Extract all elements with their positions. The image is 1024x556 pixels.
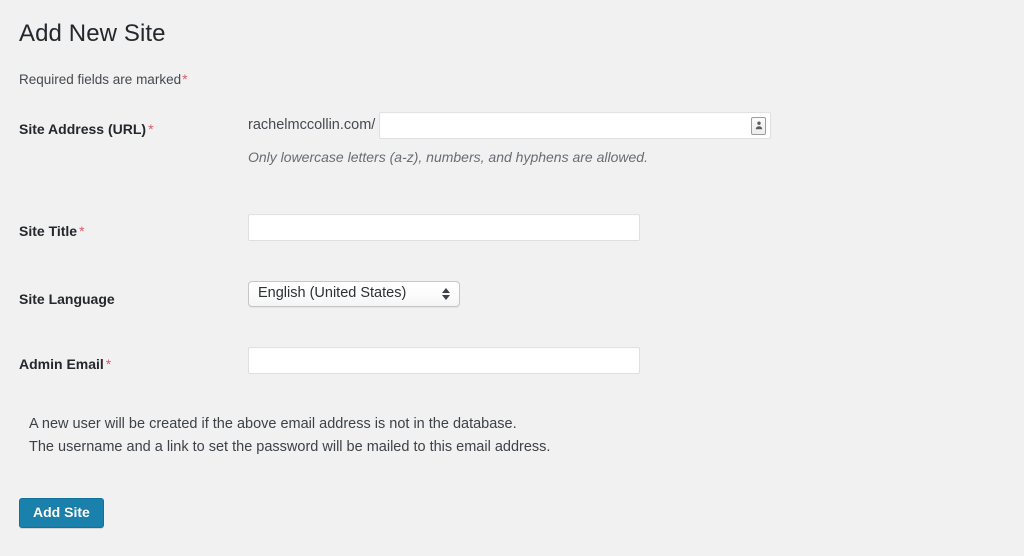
label-site-address-text: Site Address (URL)	[19, 121, 146, 137]
required-fields-note-text: Required fields are marked	[19, 72, 181, 87]
site-address-input[interactable]	[379, 112, 771, 139]
admin-email-info-paragraph: A new user will be created if the above …	[29, 413, 550, 458]
site-address-description: Only lowercase letters (a-z), numbers, a…	[248, 148, 1024, 168]
required-marker-icon: *	[181, 71, 187, 87]
add-site-button[interactable]: Add Site	[19, 498, 104, 528]
required-marker-icon: *	[77, 223, 84, 239]
site-title-input[interactable]	[248, 214, 640, 241]
label-site-address: Site Address (URL)*	[0, 112, 248, 138]
add-new-site-screen: Add New Site Required fields are marked*…	[0, 0, 1024, 556]
field-site-address: rachelmccollin.com/ Only lowercase lette…	[248, 112, 1024, 168]
admin-email-input[interactable]	[248, 347, 640, 374]
site-address-domain-prefix: rachelmccollin.com/	[248, 118, 379, 133]
label-site-title: Site Title*	[0, 214, 248, 240]
page-title: Add New Site	[19, 18, 166, 49]
site-address-input-wrapper	[379, 112, 771, 139]
required-marker-icon: *	[104, 356, 111, 372]
field-admin-email	[248, 347, 1024, 374]
info-line-2: The username and a link to set the passw…	[29, 436, 550, 459]
label-site-title-text: Site Title	[19, 223, 77, 239]
site-language-select-wrapper: English (United States)	[248, 281, 460, 307]
site-language-select[interactable]: English (United States)	[248, 281, 460, 307]
form-row-site-language: Site Language English (United States)	[0, 281, 1024, 308]
field-site-title	[248, 214, 1024, 241]
label-site-language-text: Site Language	[19, 291, 115, 307]
info-line-1: A new user will be created if the above …	[29, 413, 550, 436]
required-marker-icon: *	[146, 121, 153, 137]
label-admin-email: Admin Email*	[0, 347, 248, 373]
form-submit-area: Add Site	[19, 498, 104, 528]
label-admin-email-text: Admin Email	[19, 356, 104, 372]
label-site-language: Site Language	[0, 281, 248, 308]
site-address-input-group: rachelmccollin.com/	[248, 112, 1024, 139]
field-site-language: English (United States)	[248, 281, 1024, 307]
form-row-site-address: Site Address (URL)* rachelmccollin.com/	[0, 112, 1024, 168]
form-row-admin-email: Admin Email*	[0, 347, 1024, 374]
required-fields-note: Required fields are marked*	[19, 70, 188, 90]
autofill-contact-card-icon[interactable]	[751, 117, 766, 135]
form-row-site-title: Site Title*	[0, 214, 1024, 241]
